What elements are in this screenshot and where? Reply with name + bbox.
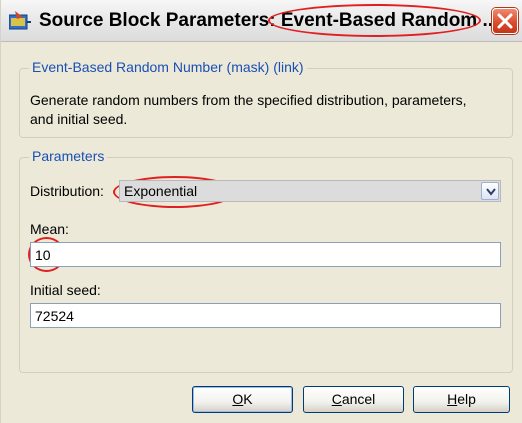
- ok-button-mnemonic: O: [232, 391, 244, 407]
- mask-description: Generate random numbers from the specifi…: [30, 92, 467, 127]
- distribution-value: Exponential: [124, 183, 198, 199]
- distribution-select[interactable]: Exponential: [119, 180, 501, 202]
- window-title: Source Block Parameters: Event-Based Ran…: [39, 10, 499, 31]
- help-button[interactable]: Help: [413, 386, 510, 413]
- distribution-label: Distribution:: [30, 183, 104, 199]
- mean-input[interactable]: 10: [30, 242, 501, 267]
- chevron-down-icon: [486, 188, 496, 196]
- help-button-mnemonic: H: [447, 391, 458, 407]
- initial-seed-input[interactable]: 72524: [30, 303, 501, 328]
- cancel-button-mnemonic: C: [331, 391, 342, 407]
- mean-label: Mean:: [30, 221, 69, 237]
- cancel-button-label: ancel: [341, 391, 376, 407]
- parameters-legend: Parameters: [29, 148, 108, 164]
- help-button-label: elp: [457, 391, 476, 407]
- close-button[interactable]: [492, 8, 518, 34]
- simulink-block-icon: [8, 11, 31, 31]
- dropdown-button[interactable]: [481, 182, 499, 200]
- title-bar[interactable]: Source Block Parameters: Event-Based Ran…: [1, 0, 522, 42]
- mask-group-legend: Event-Based Random Number (mask) (link): [29, 59, 307, 75]
- ok-button-label: K: [243, 391, 253, 407]
- cancel-button[interactable]: Cancel: [303, 386, 404, 413]
- initial-seed-label: Initial seed:: [30, 282, 101, 298]
- dialog-window: Source Block Parameters: Event-Based Ran…: [0, 0, 522, 423]
- ok-button[interactable]: OK: [192, 386, 293, 413]
